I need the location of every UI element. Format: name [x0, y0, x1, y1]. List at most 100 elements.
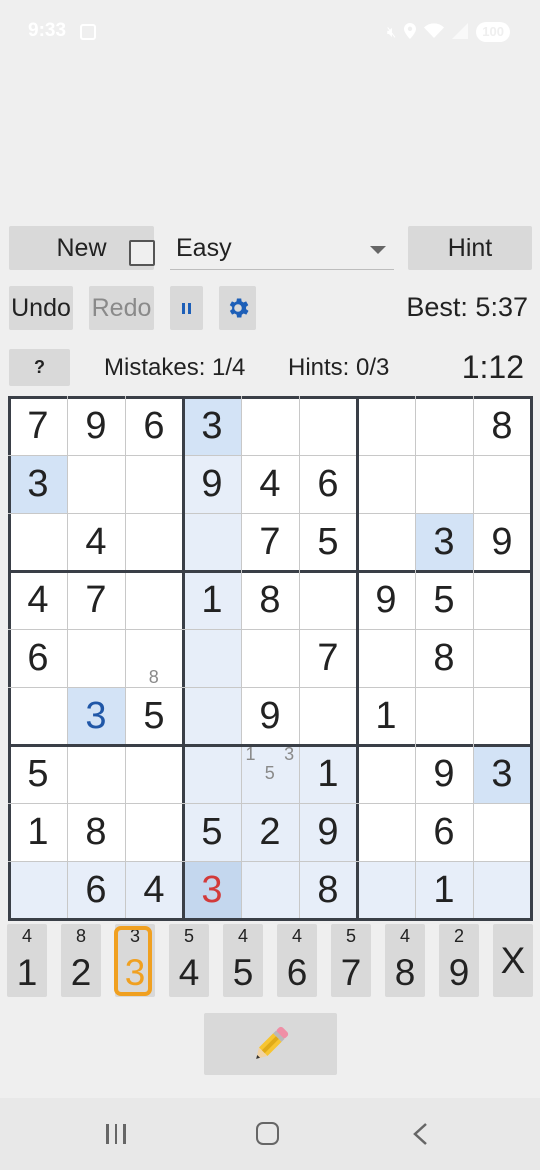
board-cell[interactable]: 9: [183, 455, 241, 513]
board-cell[interactable]: 5: [183, 803, 241, 861]
board-cell[interactable]: [125, 803, 183, 861]
board-cell[interactable]: 3: [473, 745, 531, 803]
help-button[interactable]: ?: [9, 349, 70, 386]
pad-key-9[interactable]: 29: [439, 924, 479, 997]
recents-icon[interactable]: [106, 1124, 126, 1144]
pause-button[interactable]: [170, 286, 203, 330]
board-cell[interactable]: 6: [415, 803, 473, 861]
back-icon[interactable]: [410, 1122, 430, 1146]
board-cell[interactable]: 3: [9, 455, 67, 513]
board-cell[interactable]: 5: [125, 687, 183, 745]
board-cell[interactable]: 9: [357, 571, 415, 629]
board-cell[interactable]: 1 35: [241, 744, 299, 803]
board-cell[interactable]: 5: [9, 745, 67, 803]
board-cell[interactable]: 1: [415, 861, 473, 919]
board-cell[interactable]: 4: [125, 861, 183, 919]
board-cell[interactable]: [67, 629, 125, 687]
board-cell[interactable]: [299, 571, 357, 629]
board-cell[interactable]: 2: [241, 803, 299, 861]
redo-button[interactable]: Redo: [89, 286, 154, 330]
board-cell[interactable]: [473, 629, 531, 687]
undo-button[interactable]: Undo: [9, 286, 73, 330]
board-cell[interactable]: [183, 745, 241, 803]
board-cell[interactable]: [241, 629, 299, 687]
board-cell[interactable]: [125, 745, 183, 803]
board-cell[interactable]: 7: [299, 629, 357, 687]
board-cell[interactable]: [473, 455, 531, 513]
hint-button[interactable]: Hint: [408, 226, 532, 270]
board-cell[interactable]: 3: [183, 861, 241, 919]
board-cell[interactable]: 6: [299, 455, 357, 513]
pad-key-4[interactable]: 54: [169, 924, 209, 997]
board-cell[interactable]: 8: [299, 861, 357, 919]
board-cell[interactable]: 8: [67, 803, 125, 861]
board-cell[interactable]: [473, 861, 531, 919]
pad-key-2[interactable]: 82: [61, 924, 101, 997]
board-cell[interactable]: 6: [125, 397, 183, 455]
board-cell[interactable]: 1: [299, 745, 357, 803]
pad-key-5[interactable]: 45: [223, 924, 263, 997]
board-cell[interactable]: [183, 687, 241, 745]
board-cell[interactable]: [125, 455, 183, 513]
board-cell[interactable]: [125, 513, 183, 571]
difficulty-dropdown[interactable]: Easy: [170, 226, 394, 270]
home-icon[interactable]: [256, 1122, 279, 1145]
pad-key-6[interactable]: 46: [277, 924, 317, 997]
board-cell[interactable]: [415, 455, 473, 513]
board-cell[interactable]: 1: [357, 687, 415, 745]
board-cell[interactable]: [67, 455, 125, 513]
board-cell[interactable]: 7: [67, 571, 125, 629]
board-cell[interactable]: [125, 571, 183, 629]
board-cell[interactable]: [357, 861, 415, 919]
board-cell[interactable]: 9: [473, 513, 531, 571]
board-cell[interactable]: 7: [241, 513, 299, 571]
board-cell[interactable]: 5: [299, 513, 357, 571]
board-cell[interactable]: 1: [183, 571, 241, 629]
board-cell[interactable]: [415, 687, 473, 745]
board-cell[interactable]: 6: [67, 861, 125, 919]
board-cell[interactable]: 4: [9, 571, 67, 629]
board-cell[interactable]: 5: [415, 571, 473, 629]
board-cell[interactable]: [473, 571, 531, 629]
board-cell[interactable]: [357, 397, 415, 455]
board-cell[interactable]: [357, 745, 415, 803]
board-cell[interactable]: 8: [415, 629, 473, 687]
board-cell[interactable]: [357, 803, 415, 861]
pencil-button[interactable]: [204, 1013, 337, 1075]
board-cell[interactable]: [9, 861, 67, 919]
board-cell[interactable]: [299, 397, 357, 455]
board-cell[interactable]: 3: [415, 513, 473, 571]
board-cell[interactable]: [473, 803, 531, 861]
board-cell[interactable]: 9: [67, 397, 125, 455]
new-game-checkbox[interactable]: [129, 240, 155, 266]
pad-key-7[interactable]: 57: [331, 924, 371, 997]
board-cell[interactable]: [183, 629, 241, 687]
board-cell[interactable]: [357, 629, 415, 687]
board-cell[interactable]: [241, 397, 299, 455]
board-cell[interactable]: 9: [241, 687, 299, 745]
board-cell[interactable]: [357, 513, 415, 571]
board-cell[interactable]: [183, 513, 241, 571]
board-cell[interactable]: [357, 455, 415, 513]
board-cell[interactable]: 9: [299, 803, 357, 861]
board-cell[interactable]: 8: [125, 629, 183, 687]
board-cell[interactable]: [473, 687, 531, 745]
board-cell[interactable]: 6: [9, 629, 67, 687]
board-cell[interactable]: 9: [415, 745, 473, 803]
board-cell[interactable]: 7: [9, 397, 67, 455]
board-cell[interactable]: 8: [473, 397, 531, 455]
board-cell[interactable]: [299, 687, 357, 745]
board-cell[interactable]: [415, 397, 473, 455]
board-cell[interactable]: [9, 513, 67, 571]
board-cell[interactable]: [67, 745, 125, 803]
pad-key-1[interactable]: 41: [7, 924, 47, 997]
settings-button[interactable]: [219, 286, 256, 330]
board-cell[interactable]: 3: [67, 687, 125, 745]
board-cell[interactable]: 4: [67, 513, 125, 571]
board-cell[interactable]: 3: [183, 397, 241, 455]
board-cell[interactable]: 4: [241, 455, 299, 513]
clear-button[interactable]: X: [493, 924, 533, 997]
board-cell[interactable]: [241, 861, 299, 919]
board-cell[interactable]: 8: [241, 571, 299, 629]
pad-key-8[interactable]: 48: [385, 924, 425, 997]
